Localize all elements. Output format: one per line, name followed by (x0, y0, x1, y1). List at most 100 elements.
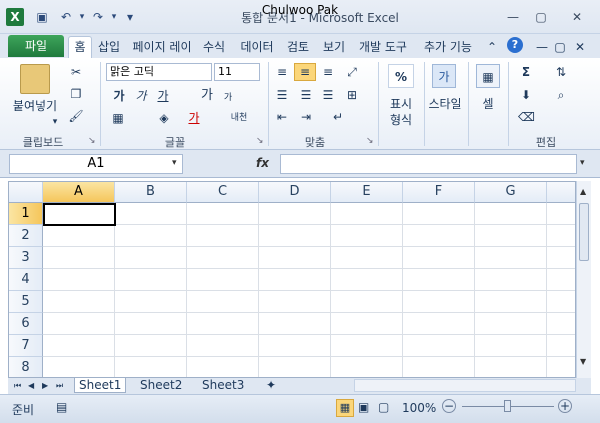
sort-filter-icon[interactable]: ⇅ (550, 64, 572, 80)
row-header[interactable]: 1 (9, 203, 43, 225)
fill-color-icon[interactable]: ◈ (156, 110, 172, 126)
name-box-dropdown-icon[interactable]: ▾ (172, 158, 177, 168)
grow-font-button[interactable]: 가 (200, 88, 214, 104)
copy-icon[interactable]: ❐ (68, 86, 84, 102)
row-header[interactable]: 4 (9, 269, 43, 291)
tab-review[interactable]: 검토 (282, 37, 314, 57)
column-header-partial[interactable] (547, 182, 575, 203)
tab-add-ins[interactable]: 추가 기능 (418, 37, 478, 57)
tab-file[interactable]: 파일 (8, 35, 64, 57)
italic-button[interactable]: 가 (134, 88, 148, 104)
paste-icon[interactable] (20, 64, 50, 94)
sheet-tab[interactable]: Sheet2 (136, 378, 186, 393)
restore-icon[interactable]: ▢ (530, 9, 552, 25)
align-top-icon[interactable]: ≡ (274, 64, 290, 80)
paste-button[interactable]: 붙여넣기 (8, 98, 62, 114)
autosum-button[interactable]: Σ (518, 64, 534, 80)
column-header[interactable]: D (259, 182, 331, 203)
insert-sheet-icon[interactable]: ✦ (262, 378, 280, 393)
align-middle-icon[interactable]: ≡ (294, 63, 316, 81)
shrink-font-button[interactable]: 가 (222, 90, 234, 106)
wrap-text-icon[interactable]: ↵ (330, 109, 346, 125)
doc-minimize-icon[interactable]: — (534, 37, 550, 57)
cut-icon[interactable]: ✂ (68, 64, 84, 80)
tab-formulas[interactable]: 수식 (198, 37, 230, 57)
alignment-launcher-icon[interactable]: ↘ (366, 136, 374, 146)
orientation-icon[interactable]: ⤢ (344, 64, 360, 80)
tab-insert[interactable]: 삽입 (94, 37, 124, 57)
phonetic-guide-button[interactable]: 내천 (226, 110, 252, 126)
tab-developer[interactable]: 개발 도구 (354, 37, 412, 57)
doc-close-icon[interactable]: ✕ (572, 37, 588, 57)
font-launcher-icon[interactable]: ↘ (256, 136, 264, 146)
column-header[interactable]: G (475, 182, 547, 203)
clear-icon[interactable]: ⌫ (518, 109, 535, 125)
format-painter-icon[interactable]: 🖌 (68, 108, 84, 124)
worksheet-grid[interactable]: A B C D E F G 1 2 3 4 5 6 7 8 (8, 181, 576, 378)
merge-center-icon[interactable]: ⊞ (344, 87, 360, 103)
normal-view-icon[interactable]: ▦ (336, 399, 354, 417)
find-select-icon[interactable]: ⌕ (550, 87, 572, 103)
expand-formula-icon[interactable]: ▾ (580, 158, 585, 168)
vertical-scroll-thumb[interactable] (579, 203, 589, 261)
styles-icon[interactable]: 가 (432, 64, 456, 88)
column-header[interactable]: C (187, 182, 259, 203)
row-header[interactable]: 3 (9, 247, 43, 269)
macro-record-icon[interactable]: ▤ (56, 400, 67, 414)
tab-page-layout[interactable]: 페이지 레이 (128, 37, 196, 57)
number-format-button[interactable]: % (388, 64, 414, 88)
font-name-select[interactable]: 맑은 고딕 (106, 63, 212, 81)
font-size-select[interactable]: 11 (214, 63, 260, 81)
decrease-indent-icon[interactable]: ⇤ (274, 109, 290, 125)
tab-data[interactable]: 데이터 (234, 37, 280, 57)
doc-restore-icon[interactable]: ▢ (552, 37, 568, 57)
paste-dropdown-icon[interactable]: ▾ (50, 114, 60, 130)
cells-button[interactable]: 셀 (472, 96, 504, 112)
row-header[interactable]: 8 (9, 357, 43, 377)
font-color-button[interactable]: 가 (186, 110, 202, 126)
align-center-icon[interactable]: ☰ (298, 87, 314, 103)
scroll-up-icon[interactable]: ▲ (580, 187, 586, 196)
zoom-out-button[interactable]: − (442, 399, 456, 413)
row-header[interactable]: 6 (9, 313, 43, 335)
next-sheet-icon[interactable]: ▶ (38, 378, 52, 393)
selected-cell-a1[interactable] (43, 203, 116, 226)
zoom-in-button[interactable]: + (558, 399, 572, 413)
prev-sheet-icon[interactable]: ◀ (24, 378, 38, 393)
vertical-scrollbar[interactable]: ▲ ▼ (576, 181, 591, 378)
zoom-level[interactable]: 100% (402, 401, 436, 415)
cells-icon[interactable]: ▦ (476, 64, 500, 88)
close-icon[interactable]: ✕ (566, 9, 588, 25)
first-sheet-icon[interactable]: ⏮ (10, 378, 25, 393)
column-header[interactable]: F (403, 182, 475, 203)
collapse-ribbon-icon[interactable]: ⌃ (484, 37, 500, 57)
row-header[interactable]: 5 (9, 291, 43, 313)
column-header[interactable]: A (43, 182, 115, 203)
column-header[interactable]: E (331, 182, 403, 203)
fill-icon[interactable]: ⬇ (518, 87, 534, 103)
align-left-icon[interactable]: ☰ (274, 87, 290, 103)
styles-button[interactable]: 스타일 (424, 96, 466, 112)
minimize-icon[interactable]: — (502, 9, 524, 25)
last-sheet-icon[interactable]: ⏭ (52, 378, 67, 393)
tab-view[interactable]: 보기 (318, 37, 350, 57)
bold-button[interactable]: 가 (112, 88, 126, 104)
align-bottom-icon[interactable]: ≡ (320, 64, 336, 80)
number-format-label-line1[interactable]: 표시 (382, 96, 420, 112)
page-break-view-icon[interactable]: ▢ (378, 400, 389, 414)
column-header[interactable]: B (115, 182, 187, 203)
help-icon[interactable]: ? (507, 37, 523, 53)
row-header[interactable]: 7 (9, 335, 43, 357)
increase-indent-icon[interactable]: ⇥ (298, 109, 314, 125)
clipboard-launcher-icon[interactable]: ↘ (88, 136, 96, 146)
name-box[interactable]: A1 (9, 154, 183, 174)
page-layout-view-icon[interactable]: ▣ (358, 400, 369, 414)
tab-home[interactable]: 홈 (68, 36, 92, 58)
select-all-corner[interactable] (9, 182, 43, 203)
horizontal-scrollbar[interactable] (354, 379, 576, 392)
scroll-down-icon[interactable]: ▼ (580, 357, 586, 366)
zoom-slider-thumb[interactable] (504, 400, 511, 412)
align-right-icon[interactable]: ☰ (320, 87, 336, 103)
formula-input[interactable] (280, 154, 577, 174)
borders-icon[interactable]: ▦ (110, 110, 126, 126)
